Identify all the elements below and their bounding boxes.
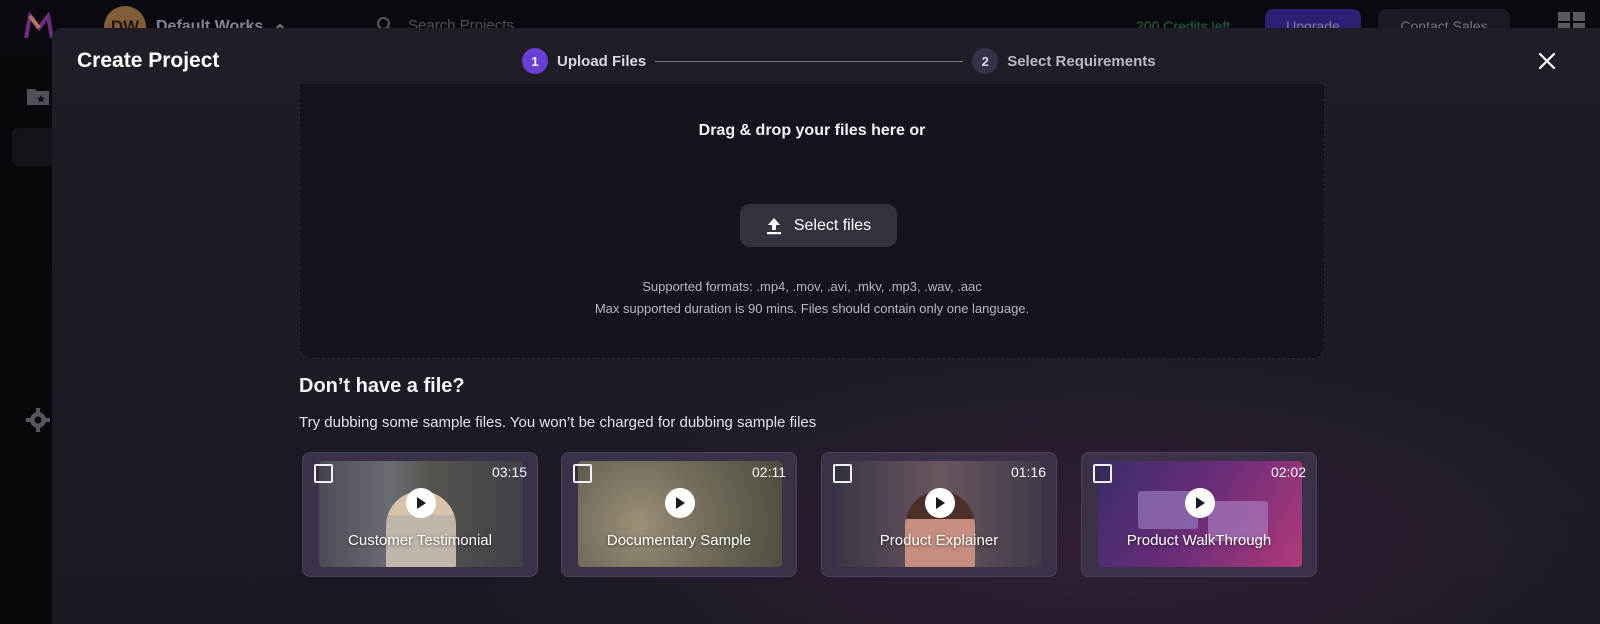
sample-title: Product WalkThrough — [1126, 532, 1272, 549]
step-1-number: 1 — [522, 48, 548, 74]
sample-title: Customer Testimonial — [348, 532, 492, 549]
max-duration-text: Max supported duration is 90 mins. Files… — [594, 301, 1030, 316]
sample-checkbox[interactable] — [573, 464, 592, 483]
sample-duration: 02:02 — [1270, 464, 1306, 480]
sample-card-documentary[interactable]: 02:11 Documentary Sample — [561, 452, 797, 577]
sample-checkbox[interactable] — [314, 464, 333, 483]
sample-title: Product Explainer — [879, 532, 999, 549]
play-icon — [417, 497, 426, 509]
play-icon — [936, 497, 945, 509]
play-button[interactable] — [1185, 488, 1215, 518]
select-files-label: Select files — [793, 216, 872, 234]
upload-icon — [766, 217, 781, 234]
sidebar-active-item[interactable] — [12, 128, 56, 166]
create-project-modal: Create Project 1 Upload Files 2 Select R… — [52, 28, 1600, 624]
step-2-label: Select Requirements — [1007, 52, 1156, 70]
close-icon[interactable] — [1535, 49, 1559, 73]
app-logo-icon — [24, 12, 54, 39]
sample-checkbox[interactable] — [1093, 464, 1112, 483]
sample-checkbox[interactable] — [833, 464, 852, 483]
sample-duration: 02:11 — [752, 464, 786, 480]
step-2-number: 2 — [972, 48, 999, 74]
step-connector — [655, 60, 964, 62]
step-1-label: Upload Files — [557, 52, 647, 70]
play-button[interactable] — [665, 488, 695, 518]
gear-icon[interactable] — [26, 408, 50, 432]
stepper: 1 Upload Files 2 Select Requirements — [522, 48, 1156, 74]
supported-formats-text: Supported formats: .mp4, .mov, .avi, .mk… — [642, 279, 982, 294]
file-dropzone[interactable]: Drag & drop your files here or Select fi… — [299, 84, 1325, 359]
sample-duration: 03:15 — [491, 464, 527, 480]
sample-card-customer-testimonial[interactable]: 03:15 Customer Testimonial — [302, 452, 538, 577]
play-button[interactable] — [406, 488, 436, 518]
play-icon — [676, 497, 685, 509]
sample-card-product-explainer[interactable]: 01:16 Product Explainer — [821, 452, 1057, 577]
sample-card-product-walkthrough[interactable]: 02:02 Product WalkThrough — [1081, 452, 1317, 577]
folder-icon[interactable] — [26, 86, 50, 106]
play-button[interactable] — [925, 488, 955, 518]
select-files-button[interactable]: Select files — [740, 204, 897, 247]
dropzone-title: Drag & drop your files here or — [698, 122, 926, 139]
sample-title: Documentary Sample — [606, 532, 752, 549]
samples-subtitle: Try dubbing some sample files. You won’t… — [299, 414, 817, 431]
play-icon — [1196, 497, 1205, 509]
modal-title: Create Project — [77, 49, 220, 72]
samples-heading: Don’t have a file? — [299, 375, 465, 397]
sample-duration: 01:16 — [1010, 464, 1046, 480]
